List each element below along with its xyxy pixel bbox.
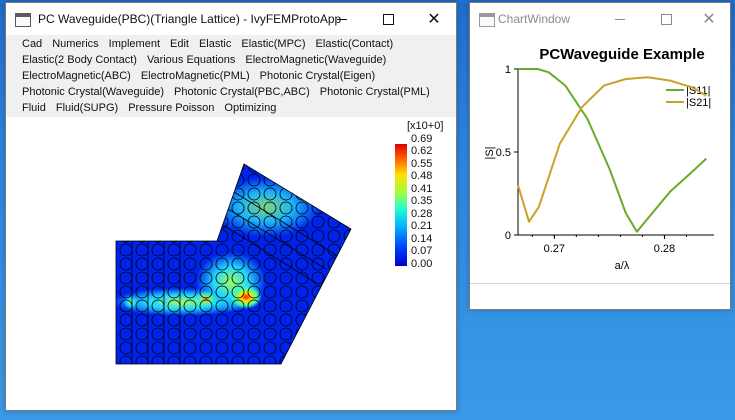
minimize-button[interactable] xyxy=(319,3,365,35)
chart-minimize-button[interactable] xyxy=(597,3,643,35)
chart-status-bar xyxy=(470,283,730,284)
colorbar-header: [x10+0] xyxy=(407,120,443,132)
colorbar-tick: 0.35 xyxy=(411,195,432,207)
colorbar-tick: 0.21 xyxy=(411,220,432,232)
menu-row: Fluid Fluid(SUPG) Pressure Poisson Optim… xyxy=(22,100,456,116)
menu-row: Elastic(2 Body Contact) Various Equation… xyxy=(22,52,456,68)
chart-window-icon xyxy=(479,13,495,27)
chart-close-button[interactable]: ✕ xyxy=(689,3,729,35)
menu-em-waveguide[interactable]: ElectroMagnetic(Waveguide) xyxy=(245,52,386,68)
y-axis-label: |S| xyxy=(484,146,496,159)
y-tick-label: 0 xyxy=(505,230,511,242)
colorbar-tick: 0.69 xyxy=(411,133,432,145)
colorbar-tick: 0.00 xyxy=(411,258,432,270)
close-icon: ✕ xyxy=(427,11,441,28)
chart-title: PCWaveguide Example xyxy=(539,46,704,63)
maximize-icon xyxy=(382,13,394,25)
x-tick-label: 0.27 xyxy=(544,243,565,255)
colorbar: [x10+0] 0.69 0.62 0.55 0.48 0.41 0.35 0.… xyxy=(395,120,443,270)
colorbar-tick: 0.14 xyxy=(411,233,432,245)
close-icon: ✕ xyxy=(702,11,716,28)
menu-pc-pml[interactable]: Photonic Crystal(PML) xyxy=(320,84,430,100)
menu-optimizing[interactable]: Optimizing xyxy=(224,100,276,116)
app-window-icon xyxy=(15,13,31,27)
maximize-button[interactable] xyxy=(365,3,411,35)
menu-pressure-poisson[interactable]: Pressure Poisson xyxy=(128,100,214,116)
minimize-icon xyxy=(337,18,347,20)
s-parameter-chart: PCWaveguide Example 00.510.27 0.28|S11||S… xyxy=(484,46,714,272)
chart-window: ChartWindow ✕ PCWaveguide Example 0 0.5 1 0… xyxy=(469,2,731,310)
menu-bar: Cad Numerics Implement Edit Elastic Elas… xyxy=(6,35,456,117)
colorbar-tick: 0.62 xyxy=(411,145,432,157)
menu-implement[interactable]: Implement xyxy=(109,36,160,52)
chart-maximize-button[interactable] xyxy=(643,3,689,35)
main-window: PC Waveguide(PBC)(Triangle Lattice) - Iv… xyxy=(5,2,457,411)
colorbar-tick: 0.07 xyxy=(411,245,432,257)
maximize-icon xyxy=(660,13,672,25)
menu-pc-eigen[interactable]: Photonic Crystal(Eigen) xyxy=(260,68,376,84)
colorbar-tick: 0.28 xyxy=(411,208,432,220)
menu-elastic-contact[interactable]: Elastic(Contact) xyxy=(316,36,394,52)
legend-label: |S21| xyxy=(686,97,711,109)
menu-elastic-2-body-contact[interactable]: Elastic(2 Body Contact) xyxy=(22,52,137,68)
menu-fluid[interactable]: Fluid xyxy=(22,100,46,116)
y-tick-label: 0.5 xyxy=(496,147,511,159)
menu-pc-waveguide[interactable]: Photonic Crystal(Waveguide) xyxy=(22,84,164,100)
menu-row: ElectroMagnetic(ABC) ElectroMagnetic(PML… xyxy=(22,68,456,84)
field-plot xyxy=(116,164,351,364)
minimize-icon xyxy=(615,18,625,20)
colorbar-tick: 0.55 xyxy=(411,158,432,170)
menu-em-pml[interactable]: ElectroMagnetic(PML) xyxy=(141,68,250,84)
menu-elastic-mpc[interactable]: Elastic(MPC) xyxy=(241,36,305,52)
series-line xyxy=(518,68,707,233)
menu-elastic[interactable]: Elastic xyxy=(199,36,231,52)
menu-pc-pbc-abc[interactable]: Photonic Crystal(PBC,ABC) xyxy=(174,84,310,100)
menu-row: Cad Numerics Implement Edit Elastic Elas… xyxy=(22,36,456,52)
colorbar-tick: 0.48 xyxy=(411,170,432,182)
chart-window-title: ChartWindow xyxy=(498,12,571,26)
menu-row: Photonic Crystal(Waveguide) Photonic Cry… xyxy=(22,84,456,100)
chart-titlebar[interactable]: ChartWindow ✕ xyxy=(470,3,730,35)
main-titlebar[interactable]: PC Waveguide(PBC)(Triangle Lattice) - Iv… xyxy=(6,3,456,35)
menu-fluid-supg[interactable]: Fluid(SUPG) xyxy=(56,100,118,116)
menu-numerics[interactable]: Numerics xyxy=(52,36,98,52)
menu-cad[interactable]: Cad xyxy=(22,36,42,52)
x-axis-label: a/λ xyxy=(615,260,630,272)
fem-canvas[interactable]: [x10+0] 0.69 0.62 0.55 0.48 0.41 0.35 0.… xyxy=(6,117,454,409)
close-button[interactable]: ✕ xyxy=(411,3,457,35)
menu-em-abc[interactable]: ElectroMagnetic(ABC) xyxy=(22,68,131,84)
colorbar-tick: 0.41 xyxy=(411,183,432,195)
x-tick-label: 0.28 xyxy=(654,243,675,255)
menu-various-equations[interactable]: Various Equations xyxy=(147,52,235,68)
y-tick-label: 1 xyxy=(505,64,511,76)
main-window-title: PC Waveguide(PBC)(Triangle Lattice) - Iv… xyxy=(38,12,342,26)
series-line xyxy=(517,76,707,223)
menu-edit[interactable]: Edit xyxy=(170,36,189,52)
